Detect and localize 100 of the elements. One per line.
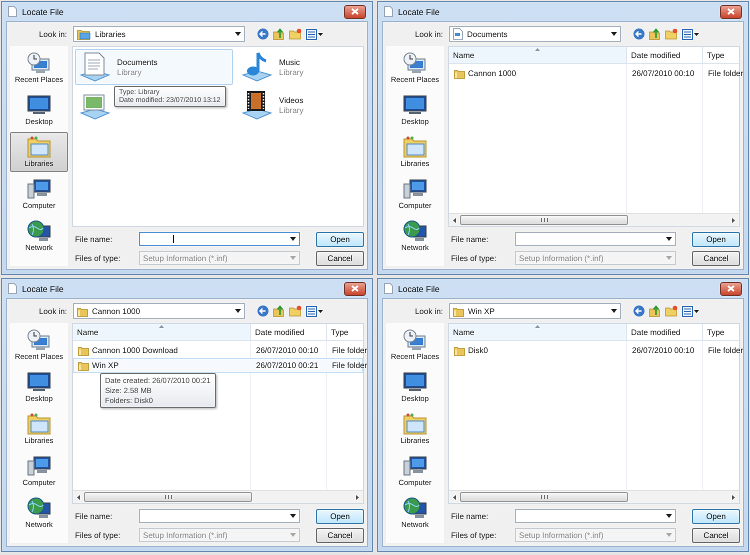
document-icon — [384, 283, 393, 294]
back-icon[interactable] — [633, 305, 645, 317]
folder-icon — [78, 345, 89, 356]
folder-icon — [77, 306, 88, 316]
library-folder-icon — [403, 136, 427, 158]
column-header[interactable]: Date modified — [627, 47, 703, 63]
library-item[interactable]: Videos Library — [237, 87, 367, 123]
file-type-label: Files of type: — [75, 530, 122, 540]
library-item[interactable]: Music Library — [237, 49, 367, 85]
scroll-right-icon — [356, 494, 359, 500]
look-in-dropdown[interactable]: Cannon 1000 — [73, 303, 245, 319]
computer-icon — [403, 455, 427, 477]
file-name-label: File name: — [75, 234, 114, 244]
view-menu-icon[interactable] — [682, 306, 699, 316]
file-name-field[interactable] — [139, 509, 300, 523]
computer-icon — [403, 178, 427, 200]
date-cell-text: 26/07/2010 00:10 — [631, 69, 696, 78]
library-type: Library — [279, 68, 304, 76]
new-folder-icon[interactable] — [289, 28, 302, 40]
horizontal-scrollbar[interactable] — [73, 490, 363, 503]
file-name-field[interactable] — [515, 509, 676, 523]
scroll-left-icon — [453, 218, 456, 222]
file-name-field[interactable] — [515, 232, 676, 246]
column-header[interactable]: Date modified — [251, 324, 327, 340]
column-header[interactable]: Name — [449, 324, 627, 340]
up-folder-icon[interactable] — [649, 305, 661, 317]
look-in-dropdown[interactable]: Libraries — [73, 26, 245, 42]
monitor-icon — [403, 94, 427, 116]
horizontal-scrollbar[interactable] — [449, 490, 739, 503]
caret-icon — [290, 237, 296, 241]
file-name-label: File name: — [451, 234, 490, 244]
music-note-icon — [241, 51, 273, 83]
look-in-dropdown[interactable]: Win XP — [449, 303, 621, 319]
file-name-label: File name: — [451, 512, 490, 520]
globe-monitor-icon — [27, 220, 51, 242]
file-name-label: File name: — [75, 512, 114, 520]
caret-icon — [611, 32, 617, 36]
text-cursor — [173, 235, 174, 243]
globe-monitor-icon — [403, 497, 427, 519]
scroll-right-icon — [732, 494, 735, 500]
scrollbar-thumb[interactable] — [460, 215, 628, 225]
up-folder-icon[interactable] — [273, 305, 285, 317]
type-cell-text: File folder — [707, 346, 744, 355]
library-name: Music — [279, 58, 301, 66]
open-button[interactable]: Open — [316, 508, 364, 524]
back-icon[interactable] — [257, 28, 269, 40]
back-icon[interactable] — [633, 28, 645, 40]
scrollbar-thumb[interactable] — [460, 492, 628, 502]
close-icon — [727, 8, 735, 15]
monitor-icon — [27, 94, 51, 116]
horizontal-scrollbar[interactable] — [449, 213, 739, 226]
up-folder-icon[interactable] — [649, 28, 661, 40]
caret-icon — [666, 237, 672, 241]
column-header[interactable]: Type — [703, 324, 739, 340]
caret-icon — [611, 309, 617, 313]
library-item[interactable]: Documents Library — [75, 49, 233, 85]
look-in-dropdown[interactable]: Documents — [449, 26, 621, 42]
close-button[interactable] — [344, 282, 366, 296]
new-folder-icon[interactable] — [665, 28, 678, 40]
close-button[interactable] — [720, 282, 742, 296]
open-button[interactable]: Open — [316, 232, 364, 246]
new-folder-icon[interactable] — [665, 305, 678, 317]
open-button[interactable]: Open — [692, 508, 740, 524]
look-in-label: Look in: — [414, 30, 443, 38]
file-name-field[interactable] — [139, 232, 300, 246]
column-header[interactable]: Type — [327, 324, 363, 340]
column-header[interactable]: Name — [449, 47, 627, 63]
new-folder-icon[interactable] — [289, 305, 302, 317]
column-header[interactable]: Name — [73, 324, 251, 340]
caret-icon — [235, 32, 241, 36]
sort-arrow-icon — [535, 325, 540, 328]
close-icon — [351, 8, 359, 15]
monitor-icon — [403, 371, 427, 393]
clock-monitor-icon — [403, 52, 427, 74]
type-cell-text: File folder — [331, 346, 368, 355]
date-cell-text: 26/07/2010 00:21 — [255, 361, 320, 370]
scrollbar-thumb[interactable] — [84, 492, 252, 502]
column-header[interactable]: Date modified — [627, 324, 703, 340]
cancel-button[interactable]: Cancel — [692, 250, 740, 266]
cancel-button[interactable]: Cancel — [316, 250, 364, 266]
file-name: Cannon 1000 — [468, 69, 516, 78]
close-button[interactable] — [720, 4, 742, 18]
globe-monitor-icon — [403, 220, 427, 242]
open-button[interactable]: Open — [692, 232, 740, 246]
view-menu-icon[interactable] — [306, 28, 323, 40]
close-button[interactable] — [344, 4, 366, 18]
look-in-label: Look in: — [38, 306, 67, 316]
globe-monitor-icon — [27, 497, 51, 519]
cancel-button[interactable]: Cancel — [316, 528, 364, 542]
up-folder-icon[interactable] — [273, 28, 285, 40]
view-menu-icon[interactable] — [306, 306, 323, 316]
view-menu-icon[interactable] — [682, 28, 699, 40]
document-icon — [8, 6, 17, 17]
file-name: Win XP — [92, 361, 119, 370]
column-header[interactable]: Type — [703, 47, 739, 63]
back-icon[interactable] — [257, 305, 269, 317]
folder-icon — [454, 68, 465, 79]
window-title: Locate File — [398, 6, 441, 16]
window-title: Locate File — [22, 6, 65, 16]
cancel-button[interactable]: Cancel — [692, 528, 740, 542]
